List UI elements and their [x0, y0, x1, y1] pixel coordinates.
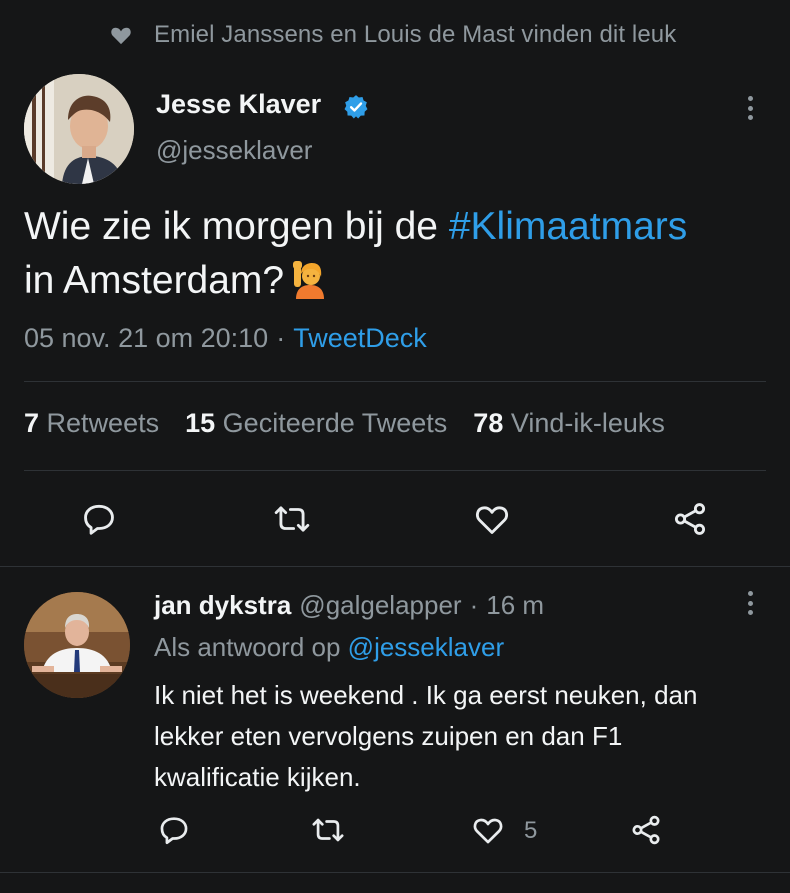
replying-to-prefix: Als antwoord op	[154, 632, 348, 662]
retweet-icon[interactable]	[310, 813, 346, 847]
reply-author-name[interactable]: jan dykstra	[154, 590, 291, 621]
author-handle[interactable]: @jesseklaver	[156, 135, 312, 166]
like-icon[interactable]	[472, 500, 512, 538]
like-icon[interactable]	[470, 813, 506, 847]
likes-label: Vind-ik-leuks	[510, 408, 665, 438]
tweet-text: Wie zie ik morgen bij de #Klimaatmars in…	[24, 200, 784, 308]
reply-separator: ·	[469, 590, 479, 620]
divider	[24, 470, 766, 471]
author-name[interactable]: Jesse Klaver	[156, 89, 321, 120]
tweet-meta: 05 nov. 21 om 20:10 · TweetDeck	[24, 323, 427, 354]
person-raising-hand-emoji	[290, 259, 330, 299]
reply-icon[interactable]	[157, 813, 191, 847]
replying-to: Als antwoord op @jesseklaver	[154, 632, 504, 663]
tweet-text-part1: Wie zie ik morgen bij de	[24, 205, 449, 248]
retweet-icon[interactable]	[272, 500, 312, 538]
divider	[0, 872, 790, 873]
likes-count: 78	[473, 408, 504, 438]
reply-like-count: 5	[524, 817, 538, 844]
reply-author-handle[interactable]: @galgelapper	[299, 590, 461, 621]
share-icon[interactable]	[628, 813, 664, 847]
tweet-source-link[interactable]: TweetDeck	[293, 323, 427, 354]
social-context[interactable]: Emiel Janssens en Louis de Mast vinden d…	[110, 20, 676, 50]
verified-badge-icon	[343, 94, 369, 120]
reply-author-avatar[interactable]	[24, 592, 130, 698]
retweets-count: 7	[24, 408, 40, 438]
heart-icon	[110, 25, 132, 45]
reply-icon[interactable]	[80, 500, 118, 538]
reply-time[interactable]: 16 m	[486, 590, 544, 621]
replying-to-mention[interactable]: @jesseklaver	[348, 632, 504, 662]
retweets-label: Retweets	[46, 408, 160, 438]
divider	[24, 381, 766, 382]
tweet-timestamp[interactable]: 05 nov. 21 om 20:10	[24, 323, 268, 354]
divider	[0, 566, 790, 567]
meta-separator: ·	[276, 323, 286, 353]
retweets-stat[interactable]: 7 Retweets	[24, 408, 159, 439]
reply-header: jan dykstra @galgelapper · 16 m	[154, 590, 544, 621]
share-icon[interactable]	[670, 500, 710, 538]
more-options-icon[interactable]	[740, 589, 760, 617]
quote-tweets-label: Geciteerde Tweets	[222, 408, 448, 438]
liked-by-text: Emiel Janssens en Louis de Mast vinden d…	[154, 21, 677, 48]
tweet-stats: 7 Retweets 15 Geciteerde Tweets 78 Vind-…	[24, 408, 665, 439]
tweet-text-part2: in Amsterdam?	[24, 259, 285, 302]
quote-tweets-stat[interactable]: 15 Geciteerde Tweets	[185, 408, 447, 439]
author-avatar[interactable]	[24, 74, 134, 184]
more-options-icon[interactable]	[740, 94, 760, 122]
reply-text: Ik niet het is weekend . Ik ga eerst neu…	[154, 680, 698, 792]
likes-stat[interactable]: 78 Vind-ik-leuks	[473, 408, 665, 439]
hashtag-link[interactable]: #Klimaatmars	[449, 205, 687, 248]
quote-tweets-count: 15	[185, 408, 216, 438]
